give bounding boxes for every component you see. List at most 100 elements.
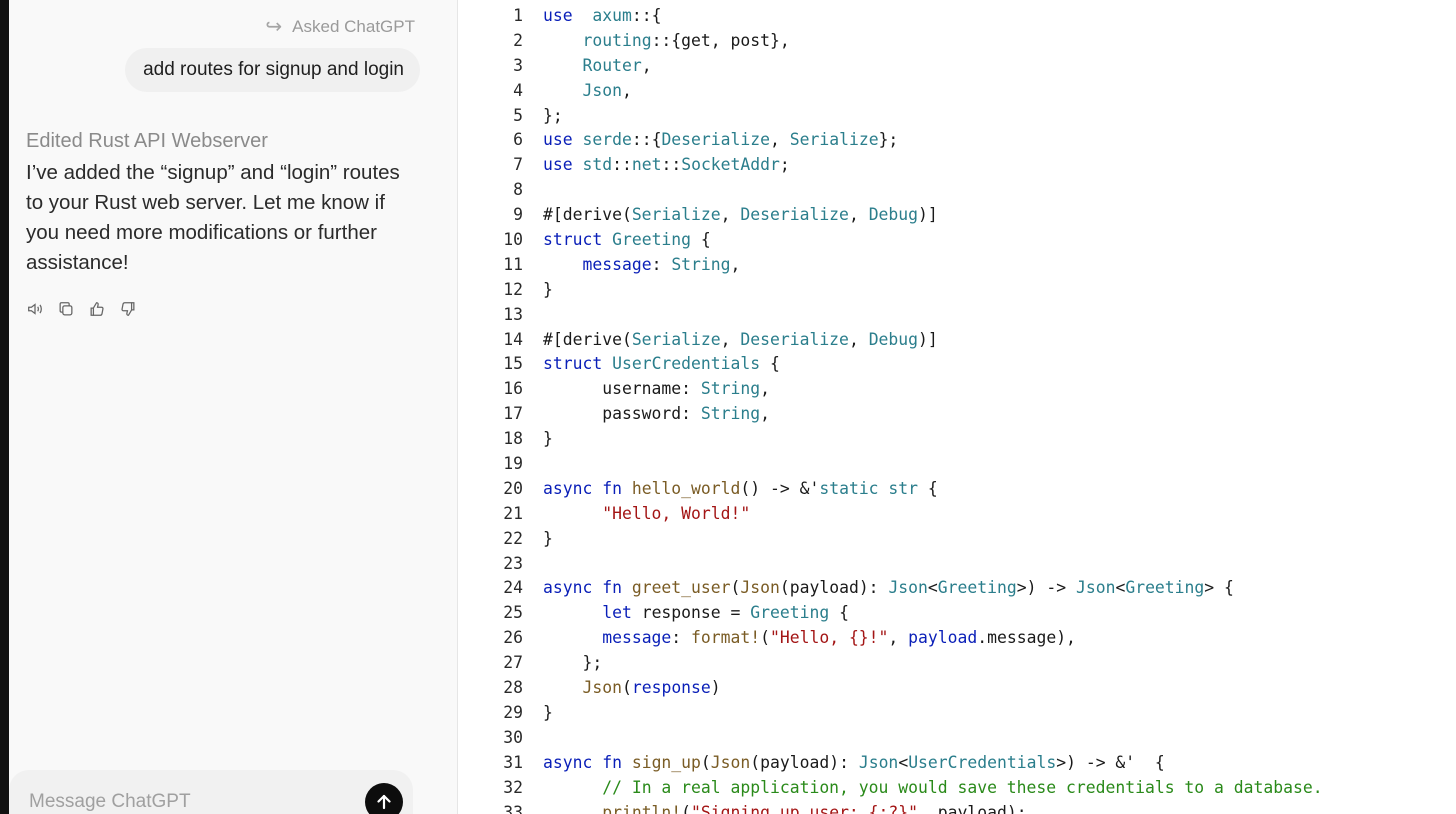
line-number: 30 — [503, 727, 523, 747]
code-editor[interactable]: 1 use axum::{2 routing::{get, post}, 3 Rou… — [458, 0, 1456, 814]
read-aloud-button[interactable] — [25, 299, 45, 319]
edited-canvas-label[interactable]: Edited Rust API Webserver — [26, 130, 268, 153]
line-number: 33 — [503, 802, 523, 814]
thumbs-up-button[interactable] — [87, 299, 107, 319]
send-button[interactable] — [365, 783, 403, 814]
code-token: Debug — [868, 329, 919, 349]
line-text: }; — [543, 651, 602, 676]
code-token: { — [918, 478, 938, 498]
line-text: Json(response) — [543, 676, 721, 701]
line-number: 26 — [503, 628, 523, 648]
code-token: , — [641, 55, 652, 75]
code-token: () -> &' — [740, 478, 820, 498]
line-text: username: String, — [543, 377, 770, 402]
code-token: password: — [543, 404, 701, 424]
code-token: String — [671, 254, 731, 274]
code-token: String — [700, 404, 761, 424]
code-token: UserCredentials — [908, 752, 1057, 772]
line-number: 8 — [513, 180, 523, 200]
code-token: , — [720, 329, 741, 349]
code-token: Debug — [868, 205, 919, 225]
line-text: #[derive(Serialize, Deserialize, Debug)] — [543, 203, 938, 228]
line-number: 16 — [503, 379, 523, 399]
code-token: Json — [858, 752, 899, 772]
line-text: message: format!("Hello, {}!", payload.m… — [543, 626, 1076, 651]
code-token: , — [888, 628, 909, 648]
line-text: } — [543, 701, 553, 726]
line-number: 2 — [513, 30, 523, 50]
code-token: async fn — [543, 752, 622, 772]
line-number: 5 — [513, 105, 523, 125]
code-token: > { — [1204, 578, 1234, 598]
code-token: ( — [681, 802, 692, 814]
code-token: < — [898, 752, 909, 772]
code-token: ::{get, post}, — [651, 30, 790, 50]
message-input[interactable] — [27, 788, 351, 814]
read-aloud-icon — [28, 303, 42, 315]
code-token: }; — [878, 130, 899, 150]
line-text: "Hello, World!" — [543, 502, 750, 527]
code-token: ( — [700, 752, 711, 772]
code-token: ) — [710, 678, 721, 698]
line-number: 10 — [503, 230, 523, 250]
reply-arrow-icon: ↪ — [265, 16, 283, 38]
code-token: "Signing up user: {:?}" — [691, 802, 919, 814]
line-text: message: String, — [543, 253, 740, 278]
code-token: routing — [582, 30, 652, 50]
line-text: routing::{get, post}, — [543, 29, 790, 54]
code-token: serde — [582, 130, 632, 150]
line-number: 22 — [503, 528, 523, 548]
line-text: use serde::{Deserialize, Serialize}; — [543, 128, 898, 153]
code-token: ( — [760, 628, 770, 648]
line-number: 27 — [503, 653, 523, 673]
code-token: #[derive( — [543, 205, 632, 225]
code-token: #[derive( — [543, 329, 632, 349]
line-number: 19 — [503, 454, 523, 474]
code-token: , — [621, 80, 632, 100]
user-message-bubble: add routes for signup and login — [125, 48, 420, 92]
code-token: >) -> &' { — [1056, 752, 1165, 772]
line-number: 14 — [503, 329, 523, 349]
code-token: )] — [918, 205, 938, 225]
code-token: Greeting — [1125, 578, 1205, 598]
code-token: Serialize — [631, 329, 721, 349]
code-token: >) -> — [1016, 578, 1076, 598]
line-text: } — [543, 278, 553, 303]
line-text: use axum::{ — [543, 4, 661, 29]
line-text: async fn greet_user(Json(payload): Json<… — [543, 576, 1234, 601]
code-token: Greeting — [937, 578, 1017, 598]
code-token: net — [631, 155, 662, 175]
line-number: 28 — [503, 678, 523, 698]
code-token: , — [848, 205, 869, 225]
line-number: 17 — [503, 404, 523, 424]
line-number: 11 — [503, 254, 523, 274]
code-token: message — [602, 628, 672, 648]
code-token: greet_user — [631, 578, 731, 598]
code-token: ; — [779, 155, 790, 175]
code-token: ::{ — [631, 6, 662, 25]
line-number: 6 — [513, 130, 523, 150]
code-token: hello_world — [631, 478, 741, 498]
asked-chatgpt-reference: ↪ Asked ChatGPT — [265, 14, 415, 39]
line-text: async fn hello_world() -> &'static str { — [543, 477, 938, 502]
line-number: 7 — [513, 155, 523, 175]
line-text: let response = Greeting { — [543, 601, 849, 626]
line-text: println!("Signing up user: {:?}", payloa… — [543, 801, 1026, 814]
message-actions — [25, 299, 138, 319]
copy-button[interactable] — [56, 299, 76, 319]
line-number: 29 — [503, 702, 523, 722]
code-token: (payload): — [779, 578, 889, 598]
code-token: sign_up — [631, 752, 701, 772]
code-token: , — [760, 379, 770, 399]
thumbs-down-button[interactable] — [118, 299, 138, 319]
code-token: static str — [819, 478, 919, 498]
code-token: Json — [740, 578, 780, 598]
